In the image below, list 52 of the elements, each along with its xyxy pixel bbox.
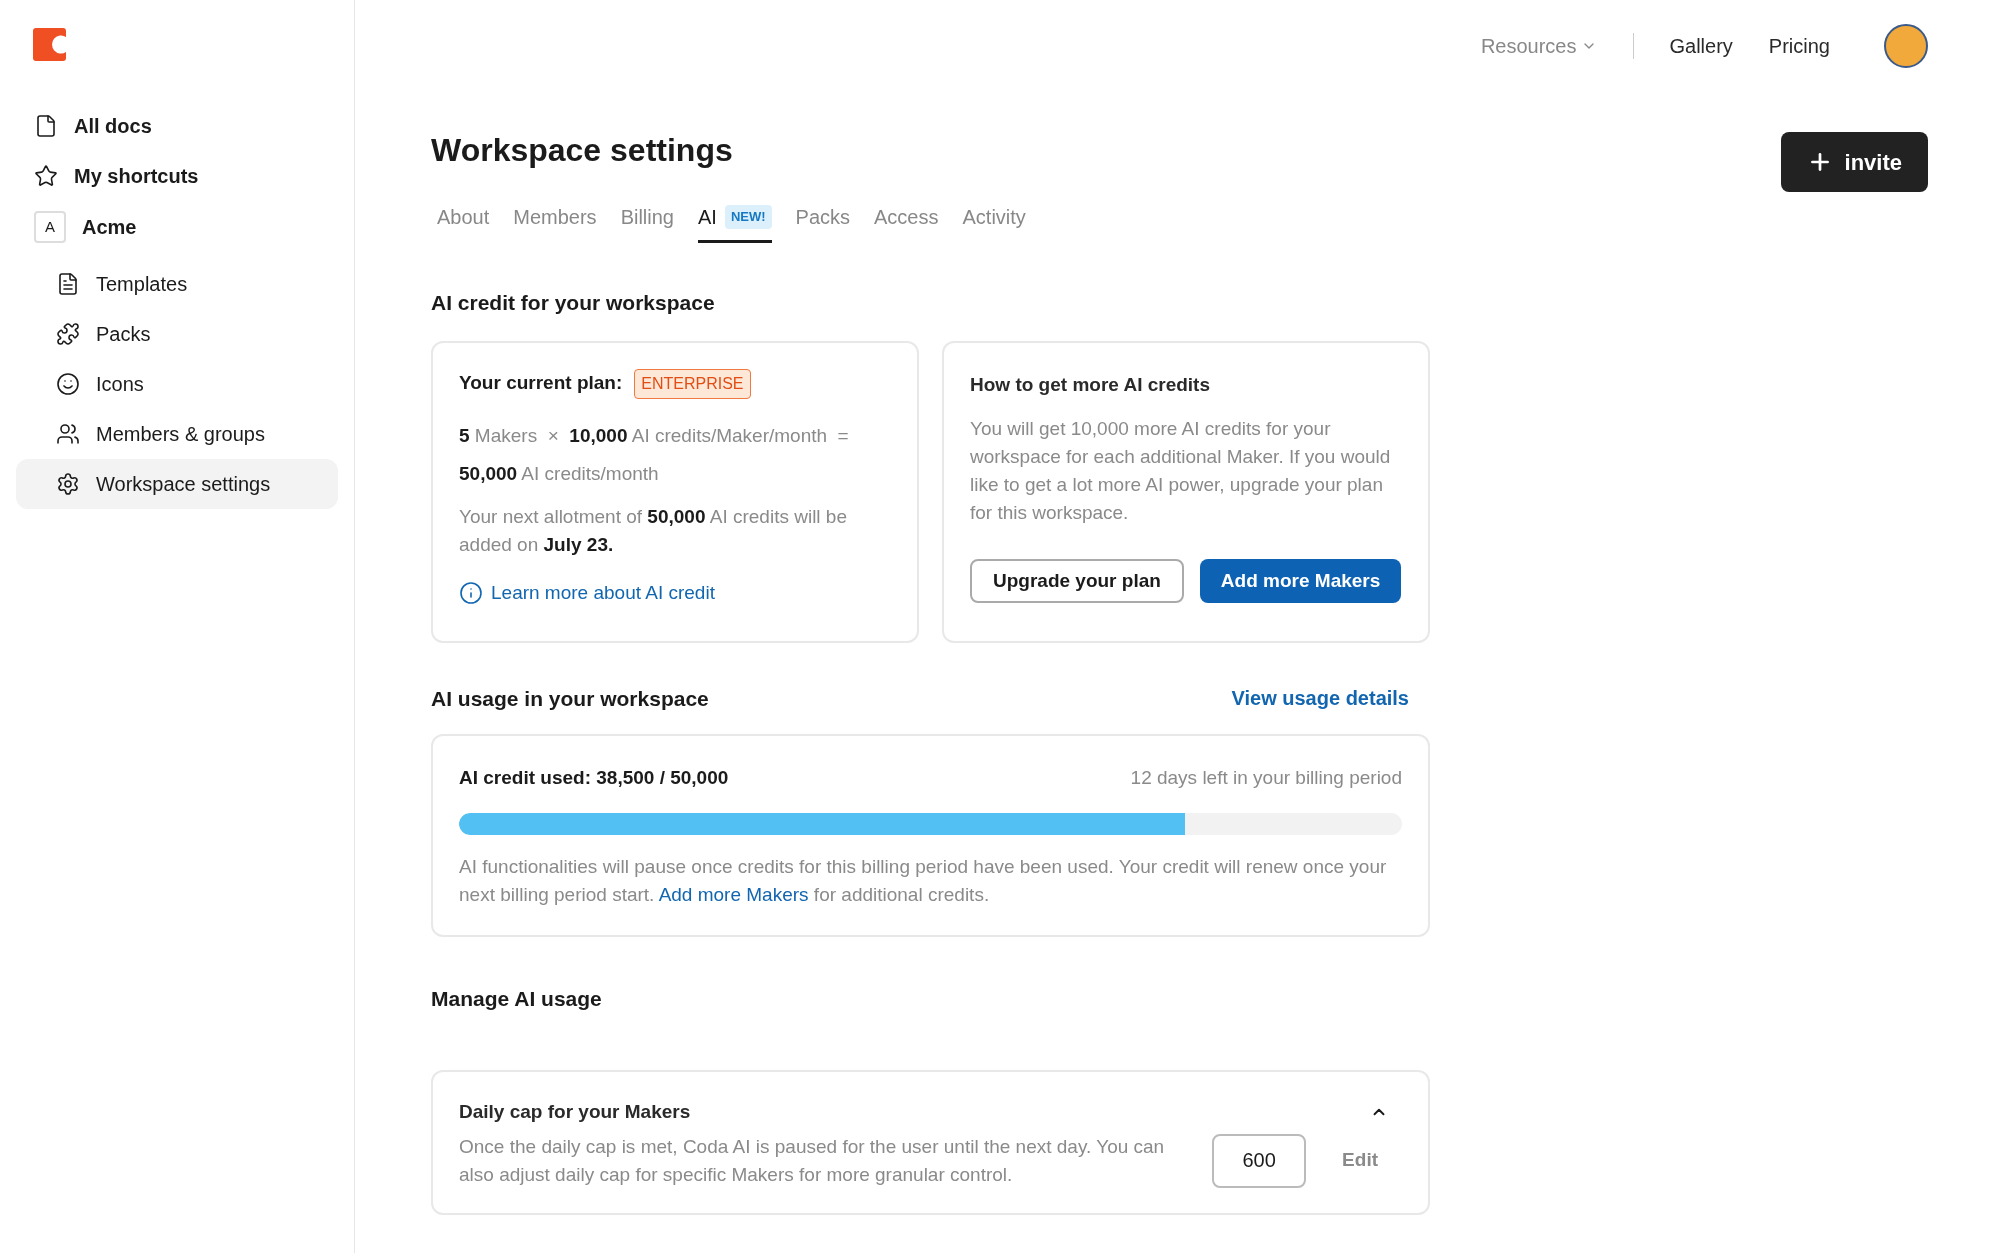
nav-link[interactable]: Gallery <box>1669 31 1733 61</box>
tab[interactable]: Members <box>513 202 597 243</box>
sidebar-item[interactable]: Members & groups <box>16 409 338 459</box>
tab[interactable]: About <box>437 202 490 243</box>
card-title: Daily cap for your Makers <box>459 1100 691 1124</box>
section-title: AI credit for your workspace <box>431 290 716 316</box>
primary-button[interactable]: Add more Makers <box>1199 559 1402 603</box>
section-title: AI usage in your workspace <box>431 685 709 712</box>
tab[interactable]: AI NEW! <box>698 202 772 243</box>
new-badge: NEW! <box>724 205 772 229</box>
credit-used-label: AI credit used: 38,500 / 50,000 <box>459 766 729 790</box>
info-icon <box>459 580 483 605</box>
puzzle-icon <box>56 322 80 346</box>
section-title: Manage AI usage <box>431 985 603 1012</box>
add-makers-link[interactable]: Add more Makers <box>658 883 809 905</box>
tab[interactable]: Activity <box>962 202 1026 243</box>
tab[interactable]: Access <box>874 202 939 243</box>
plan-label: Your current plan: <box>459 371 623 396</box>
document-icon <box>56 272 80 296</box>
settings-icon <box>56 472 80 496</box>
sidebar-item[interactable]: Workspace settings <box>16 459 338 509</box>
logo-icon[interactable] <box>33 28 66 61</box>
page-title: Workspace settings <box>431 131 734 170</box>
star-icon <box>34 164 58 188</box>
invite-button[interactable]: invite <box>1780 132 1928 192</box>
learn-more-link[interactable]: Learn more about AI credit <box>459 578 715 607</box>
nav-link[interactable]: Pricing <box>1768 31 1830 61</box>
daily-cap-field[interactable]: 600 <box>1212 1133 1307 1188</box>
sidebar-item[interactable]: Icons <box>16 359 338 409</box>
view-usage-link[interactable]: View usage details <box>1231 683 1409 714</box>
sidebar-item[interactable]: My shortcuts <box>16 151 338 201</box>
plan-badge: ENTERPRISE <box>634 368 751 399</box>
sidebar-item[interactable]: Templates <box>16 259 338 309</box>
sidebar-item[interactable]: All docs <box>16 101 338 151</box>
credit-formula: 5 Makers × 10,000 AI credits/Maker/month = 50,000 AI credits/month <box>459 423 850 486</box>
avatar[interactable] <box>1884 24 1928 68</box>
days-left-text: 12 days left in your billing period <box>1130 766 1402 790</box>
sidebar-item[interactable]: Packs <box>16 309 338 359</box>
tab[interactable]: Billing <box>620 202 674 243</box>
workspace-initial: A <box>34 211 66 243</box>
file-icon <box>34 114 58 138</box>
smiley-icon <box>56 372 80 396</box>
allotment-text: Your next allotment of 50,000 AI credits will be added on July 23. <box>459 504 848 557</box>
secondary-button[interactable]: Upgrade your plan <box>970 559 1184 603</box>
people-icon <box>56 422 80 446</box>
card-title: How to get more AI credits <box>970 372 1211 397</box>
card-text: Once the daily cap is met, Coda AI is paused for the user until the next day. You can also adjust daily cap for specific Makers for more granular control. <box>459 1134 1166 1187</box>
card-text: You will get 10,000 more AI credits for your workspace for each additional Maker. If you would like to get a lot more AI power, upgrade your plan for this workspace. <box>970 417 1392 525</box>
sidebar-item[interactable]: A Acme <box>16 201 338 253</box>
tab[interactable]: Packs <box>795 202 851 243</box>
usage-note: AI functionalities will pause once credits for this billing period have been used. Your credit will renew once your next billing period start. Add more Makers for additional credits. <box>459 854 1388 907</box>
resources-menu[interactable]: Resources <box>1480 31 1597 61</box>
